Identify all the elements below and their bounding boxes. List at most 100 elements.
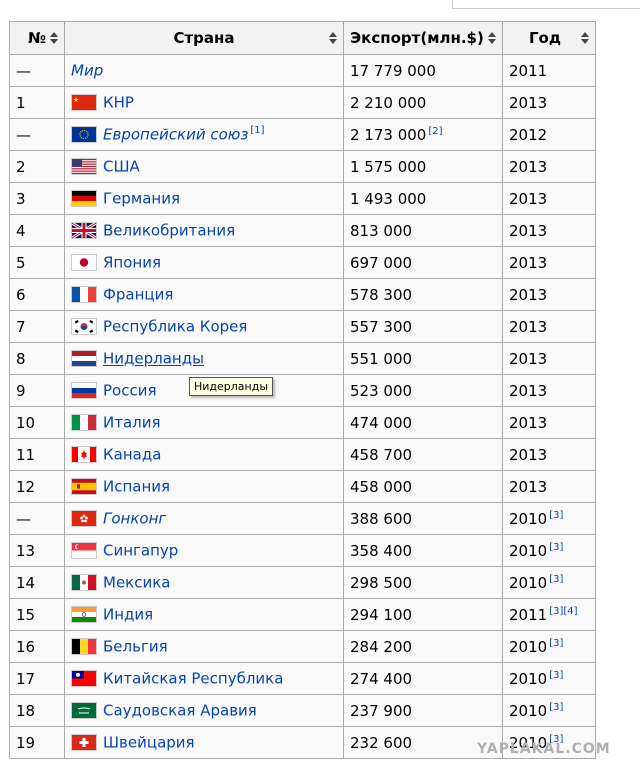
year-value: 2013 <box>509 157 548 176</box>
page-edge-box <box>452 0 640 9</box>
reference-link[interactable]: [3] <box>549 670 563 681</box>
export-value: 474 000 <box>350 413 413 432</box>
country-link[interactable]: Франция <box>103 286 173 304</box>
country-link[interactable]: КНР <box>103 94 134 112</box>
country-link[interactable]: Канада <box>103 446 161 464</box>
year-value: 2013 <box>509 381 548 400</box>
rank-cell: 9 <box>9 374 65 407</box>
country-link[interactable]: Бельгия <box>103 638 168 656</box>
country-cell: США <box>64 150 344 183</box>
year-value: 2013 <box>509 189 548 208</box>
sort-icon[interactable] <box>488 32 496 44</box>
year-cell: 2010 [3] <box>502 694 596 727</box>
country-link[interactable]: Италия <box>103 414 161 432</box>
country-link[interactable]: Европейский союз <box>103 126 248 144</box>
country-link[interactable]: Великобритания <box>103 222 235 240</box>
table-row: 8 Нидерланды 551 000 2013 <box>9 342 596 375</box>
year-cell: 2013 <box>502 214 596 247</box>
reference-link[interactable]: [1] <box>250 125 264 136</box>
reference-link[interactable]: [3] <box>549 510 563 521</box>
mexico-flag-icon <box>71 574 97 592</box>
country-link[interactable]: Мексика <box>103 574 170 592</box>
export-value: 232 600 <box>350 733 413 752</box>
export-value: 298 500 <box>350 573 413 592</box>
country-link[interactable]: Швейцария <box>103 734 195 752</box>
japan-flag-icon <box>71 254 97 272</box>
sort-icon[interactable] <box>581 32 589 44</box>
table-row: 17 Китайская Республика 274 400 2010 [3] <box>9 662 596 695</box>
year-value: 2013 <box>509 221 548 240</box>
year-value: 2010 <box>509 573 548 592</box>
country-link[interactable]: США <box>103 158 140 176</box>
export-cell: 458 000 <box>343 470 503 503</box>
usa-flag-icon <box>71 158 97 176</box>
year-value: 2010 <box>509 701 548 720</box>
year-value: 2011 <box>509 605 548 624</box>
country-link[interactable]: Республика Корея <box>103 318 247 336</box>
country-link[interactable]: Китайская Республика <box>103 670 283 688</box>
saudi-flag-icon <box>71 702 97 720</box>
country-link[interactable]: Индия <box>103 606 153 624</box>
table-row: 2 США 1 575 000 2013 <box>9 150 596 183</box>
taiwan-flag-icon <box>71 670 97 688</box>
export-value: 284 200 <box>350 637 413 656</box>
table-row: 15 Индия 294 100 2011 [3][4] <box>9 598 596 631</box>
india-flag-icon <box>71 606 97 624</box>
country-link[interactable]: Мир <box>71 62 103 80</box>
country-cell: Канада <box>64 438 344 471</box>
reference-link[interactable]: [2] <box>428 126 442 137</box>
country-link[interactable]: Нидерланды <box>103 350 204 368</box>
country-link[interactable]: Япония <box>103 254 161 272</box>
singapore-flag-icon <box>71 542 97 560</box>
year-value: 2010 <box>509 669 548 688</box>
export-cell: 17 779 000 <box>343 54 503 87</box>
year-cell: 2010 [3] <box>502 630 596 663</box>
export-cell: 813 000 <box>343 214 503 247</box>
sort-icon[interactable] <box>329 32 337 44</box>
header-year[interactable]: Год <box>502 21 596 55</box>
header-num[interactable]: № <box>9 21 65 55</box>
rank-cell: 2 <box>9 150 65 183</box>
year-cell: 2011 [3][4] <box>502 598 596 631</box>
country-link[interactable]: Россия <box>103 382 157 400</box>
year-cell: 2011 <box>502 54 596 87</box>
country-cell: Япония <box>64 246 344 279</box>
year-cell: 2013 <box>502 150 596 183</box>
export-value: 557 300 <box>350 317 413 336</box>
country-cell: Индия <box>64 598 344 631</box>
reference-link[interactable]: [3] <box>549 638 563 649</box>
reference-link[interactable]: [3][4] <box>549 606 577 617</box>
country-cell: Франция <box>64 278 344 311</box>
watermark: YAPLAKAL.COM <box>477 741 611 757</box>
reference-link[interactable]: [3] <box>549 542 563 553</box>
reference-link[interactable]: [3] <box>549 574 563 585</box>
table-row: 9 Россия 523 000 2013 <box>9 374 596 407</box>
sort-icon[interactable] <box>50 32 58 44</box>
uk-flag-icon <box>71 222 97 240</box>
rank-cell: — <box>9 54 65 87</box>
rank-cell: 7 <box>9 310 65 343</box>
table-row: 5 Япония 697 000 2013 <box>9 246 596 279</box>
eu-flag-icon <box>71 126 97 144</box>
header-export[interactable]: Экспорт(млн.$) <box>343 21 503 55</box>
export-value: 388 600 <box>350 509 413 528</box>
country-cell: Сингапур <box>64 534 344 567</box>
export-cell: 237 900 <box>343 694 503 727</box>
country-link[interactable]: Сингапур <box>103 542 178 560</box>
country-link[interactable]: Испания <box>103 478 170 496</box>
country-link[interactable]: Гонконг <box>103 510 166 528</box>
country-cell: Бельгия <box>64 630 344 663</box>
table-row: 6 Франция 578 300 2013 <box>9 278 596 311</box>
rank-cell: 18 <box>9 694 65 727</box>
rank-cell: — <box>9 502 65 535</box>
year-value: 2012 <box>509 125 548 144</box>
header-country[interactable]: Страна <box>64 21 344 55</box>
export-value: 813 000 <box>350 221 413 240</box>
export-cell: 551 000 <box>343 342 503 375</box>
export-value: 1 493 000 <box>350 189 427 208</box>
country-link[interactable]: Саудовская Аравия <box>103 702 257 720</box>
table-body: — Мир 17 779 000 2011 1 КНР 2 210 000 2013— Евро… <box>9 54 596 759</box>
reference-link[interactable]: [3] <box>549 702 563 713</box>
year-value: 2013 <box>509 477 548 496</box>
country-link[interactable]: Германия <box>103 190 180 208</box>
